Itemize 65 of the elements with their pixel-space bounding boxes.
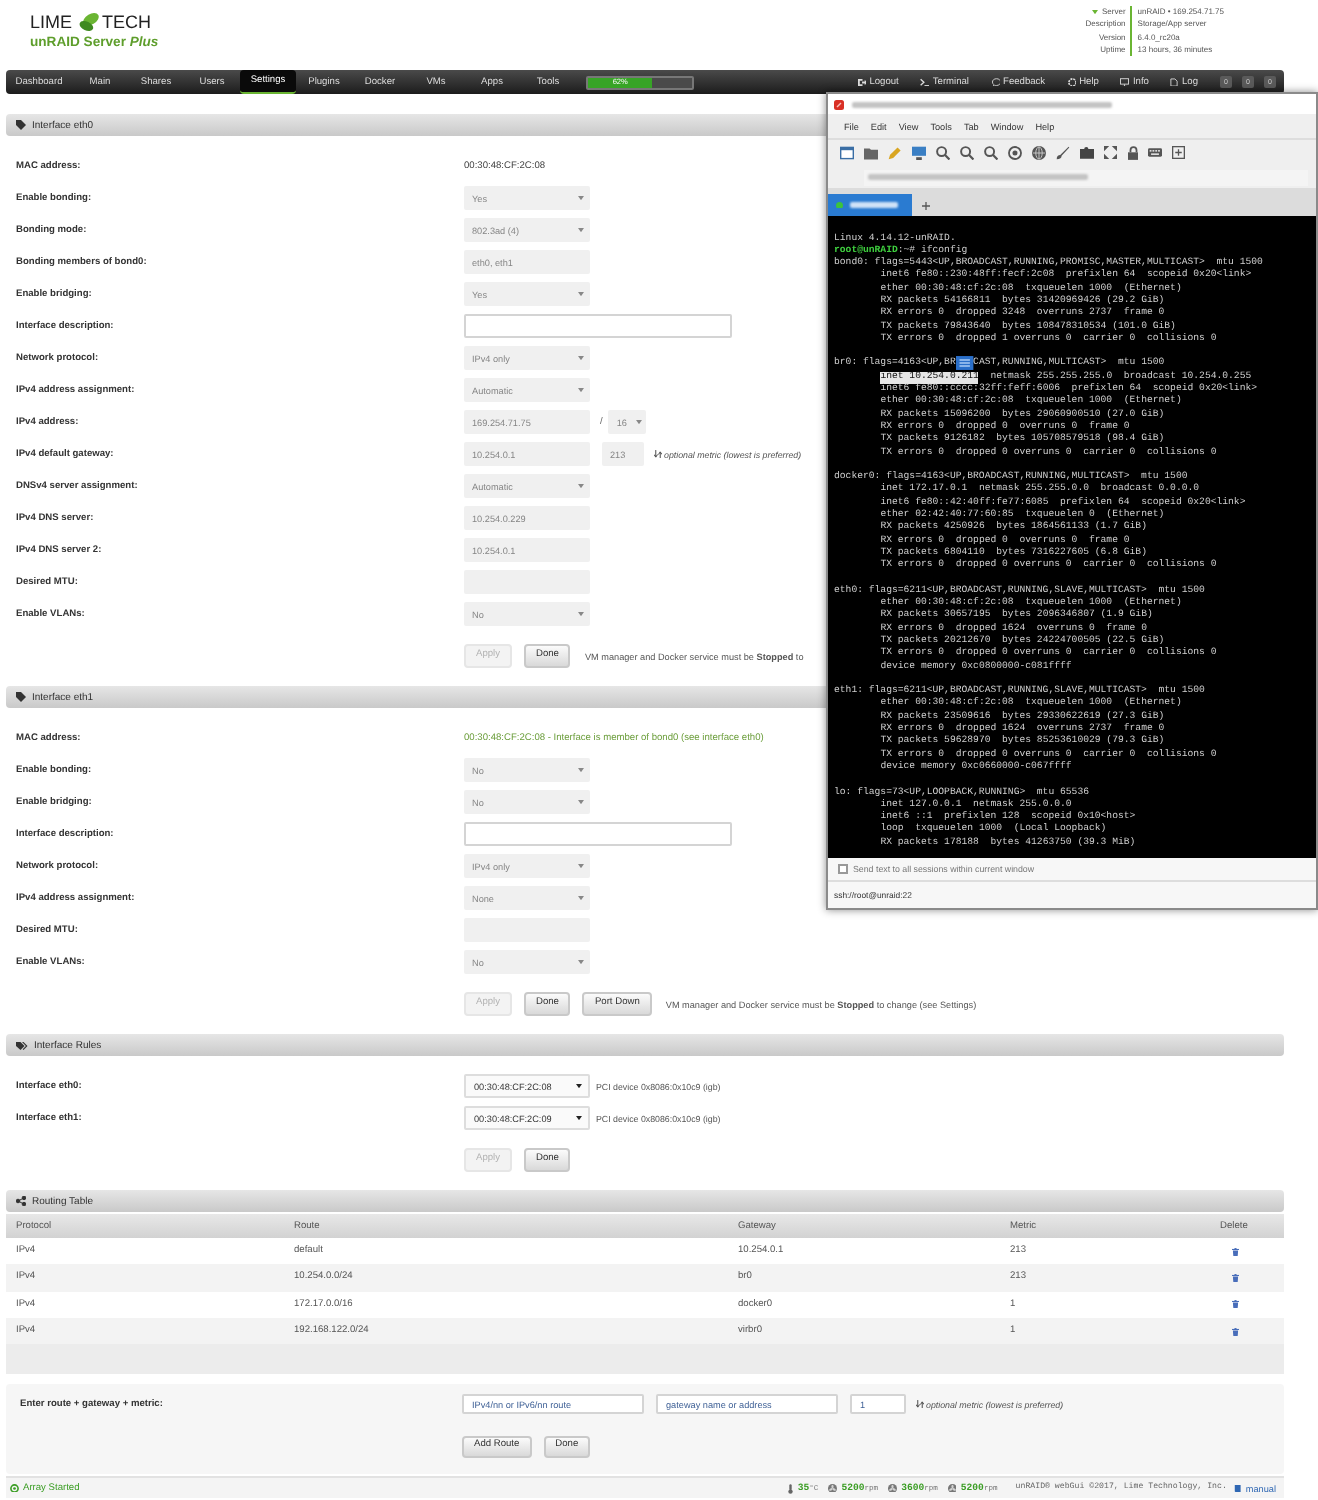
magnifier-icon[interactable] [960, 146, 974, 160]
session-tab[interactable] [828, 194, 912, 216]
logo-text: LIME [30, 13, 73, 31]
input-field[interactable] [464, 314, 732, 338]
brush-icon[interactable] [1056, 146, 1070, 160]
window-icon[interactable] [840, 146, 854, 160]
monitor-icon[interactable] [912, 146, 926, 160]
tag-icon [16, 692, 26, 702]
tag-icon [16, 120, 26, 130]
list-icon [955, 356, 974, 371]
plus-icon[interactable] [922, 202, 930, 210]
arrows-icon [916, 1399, 924, 1409]
sign-out-icon [857, 77, 867, 87]
terminal-icon [920, 77, 930, 87]
book-icon [1234, 1483, 1242, 1493]
lock-icon[interactable] [1127, 146, 1138, 160]
thermometer-icon [788, 1483, 794, 1494]
blurred-text [849, 202, 897, 208]
briefcase-icon[interactable] [1080, 146, 1094, 160]
plus-box-icon[interactable] [1172, 146, 1185, 160]
keyboard-icon[interactable] [1148, 148, 1162, 158]
trash-icon[interactable] [1232, 1273, 1239, 1282]
share-icon [16, 1196, 26, 1206]
trash-icon[interactable] [1232, 1300, 1239, 1309]
dot-icon [836, 201, 843, 209]
fan-icon [947, 1483, 957, 1493]
caret-icon [578, 291, 584, 297]
lifebuoy-icon [1067, 77, 1077, 87]
caret-icon [578, 483, 584, 489]
expand-icon[interactable] [1104, 146, 1117, 160]
tags-icon [16, 1041, 28, 1049]
folder-icon[interactable] [864, 147, 878, 159]
logo-text: TECH [102, 13, 152, 31]
caret-icon [578, 355, 584, 361]
fan-icon [828, 1483, 838, 1493]
caret-icon [578, 227, 584, 233]
caret-icon [578, 959, 584, 965]
target-icon[interactable] [1008, 146, 1022, 160]
caret-icon[interactable] [1092, 10, 1098, 15]
trash-icon[interactable] [1232, 1247, 1239, 1256]
caret-icon [578, 195, 584, 201]
caret-icon [636, 419, 643, 425]
caret-icon [578, 895, 584, 901]
caret-icon [576, 1083, 582, 1089]
checkbox[interactable] [838, 864, 847, 874]
leaf-icon [78, 12, 101, 32]
arrows-icon [654, 449, 662, 459]
ring-icon [10, 1483, 19, 1493]
fan-icon [888, 1483, 898, 1493]
caret-icon [578, 799, 584, 805]
document-icon [1170, 77, 1179, 87]
magnifier-icon[interactable] [984, 146, 998, 160]
input-field[interactable] [464, 822, 732, 846]
caret-icon [578, 611, 584, 617]
magnifier-icon[interactable] [936, 146, 950, 160]
caret-icon [576, 1115, 582, 1121]
globe-icon[interactable] [1032, 146, 1046, 160]
app-icon [834, 99, 844, 109]
caret-icon [578, 387, 584, 393]
speech-bubble-icon [991, 77, 1001, 87]
caret-icon [578, 767, 584, 773]
address-field[interactable] [864, 169, 1308, 185]
trash-icon[interactable] [1232, 1327, 1239, 1336]
caret-icon [578, 863, 584, 869]
monitor-icon [1120, 77, 1130, 87]
